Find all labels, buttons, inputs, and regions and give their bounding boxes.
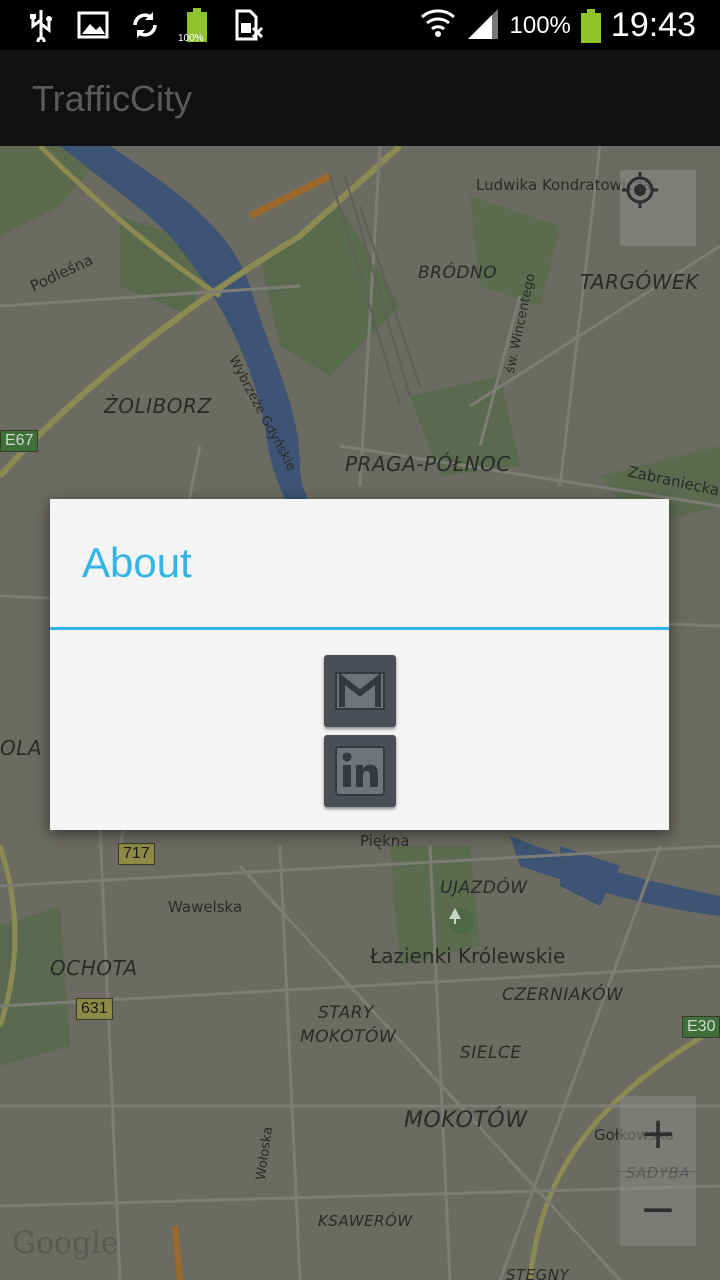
usb-icon: [24, 8, 58, 42]
about-dialog: About: [50, 499, 669, 830]
google-attribution: Google: [12, 1226, 119, 1261]
map-label: Piękna: [360, 832, 410, 850]
map-label: UJAZDÓW: [440, 878, 528, 898]
linkedin-button[interactable]: [324, 735, 396, 807]
battery-icon: [580, 8, 601, 43]
linkedin-icon: [335, 746, 385, 796]
sim-icon: [232, 8, 266, 42]
wifi-icon: [420, 7, 456, 45]
map-label: ŻOLIBORZ: [104, 394, 212, 418]
status-bar: 100% 100% 19:43: [0, 0, 720, 50]
dialog-title: About: [82, 539, 192, 586]
battery-small-label: 100%: [178, 33, 204, 44]
map-label: OLA: [0, 736, 43, 760]
map-label: STEGNY: [506, 1266, 570, 1280]
road-shield: 717: [118, 843, 155, 865]
map-label: Łazienki Królewskie: [370, 944, 566, 968]
app-title: TrafficCity: [32, 78, 193, 119]
map-label: MOKOTÓW: [404, 1108, 528, 1133]
map-label: CZERNIAKÓW: [502, 985, 624, 1005]
map-label: SIELCE: [460, 1043, 522, 1063]
map-label: STARY: [318, 1003, 374, 1023]
zoom-controls: + −: [620, 1096, 696, 1246]
map-label: KSAWERÓW: [318, 1212, 413, 1230]
road-shield: 631: [76, 998, 113, 1020]
zoom-in-button[interactable]: +: [620, 1096, 696, 1171]
park-icon: [448, 908, 474, 934]
dialog-divider: [50, 627, 669, 630]
map-label: TARGÓWEK: [580, 270, 699, 294]
sync-icon: [128, 8, 162, 42]
map-label: PRAGA-PÓŁNOC: [345, 452, 511, 476]
action-bar: TrafficCity: [0, 50, 720, 146]
signal-icon: [466, 7, 500, 45]
map-label: MOKOTÓW: [300, 1027, 397, 1047]
road-shield: E67: [0, 430, 39, 452]
gmail-icon: [335, 672, 385, 710]
map-label: OCHOTA: [50, 956, 138, 980]
my-location-button[interactable]: [620, 170, 696, 246]
battery-small-icon: 100%: [178, 8, 214, 44]
image-icon: [76, 8, 110, 42]
battery-percent: 100%: [509, 11, 571, 39]
clock: 19:43: [610, 6, 696, 44]
map-label: BRÓDNO: [418, 263, 498, 283]
road-shield: E30: [682, 1016, 720, 1038]
map-label: Wawelska: [168, 898, 243, 916]
zoom-out-button[interactable]: −: [620, 1171, 696, 1247]
gmail-button[interactable]: [324, 655, 396, 727]
crosshair-icon: [622, 172, 658, 208]
